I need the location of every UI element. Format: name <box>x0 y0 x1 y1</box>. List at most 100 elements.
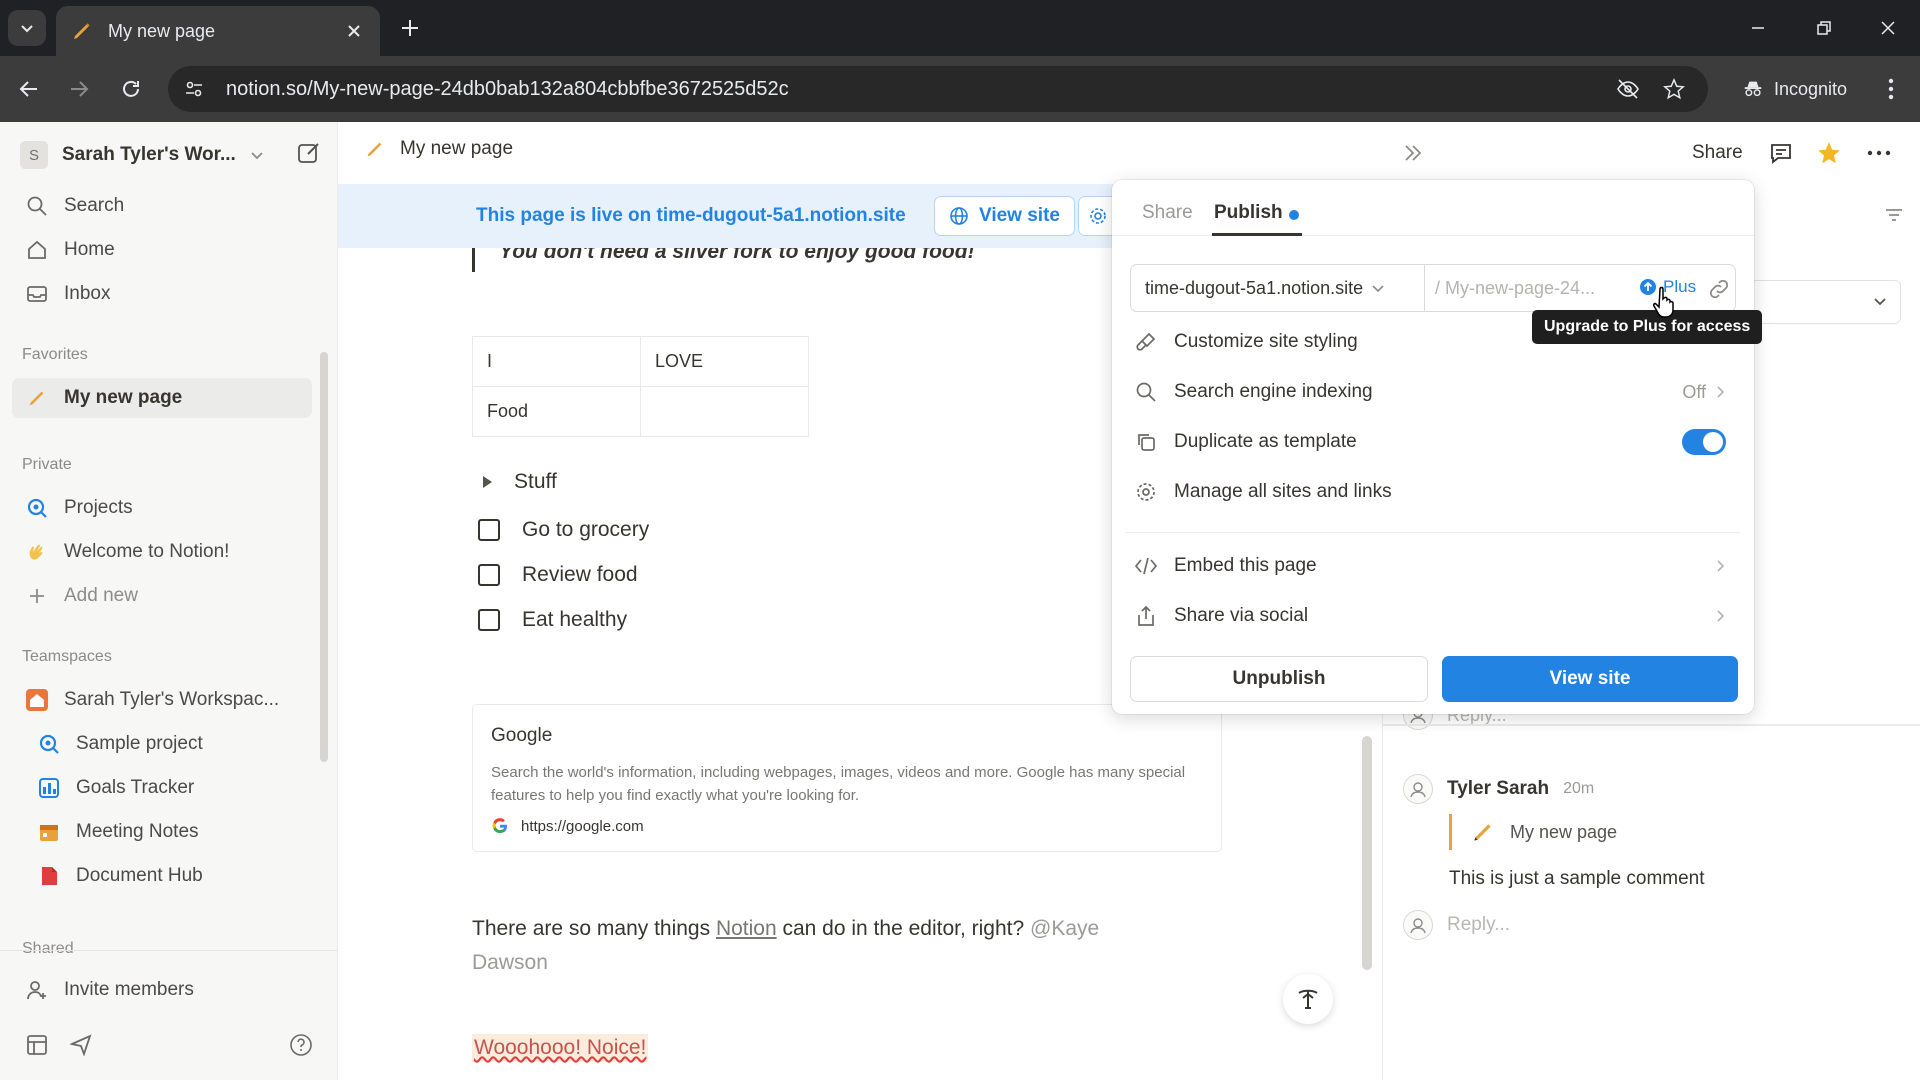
add-person-icon <box>24 977 50 1003</box>
browser-menu-icon[interactable] <box>1874 72 1908 106</box>
table-cell[interactable] <box>640 386 809 437</box>
minimize-window-icon[interactable] <box>1738 12 1778 44</box>
todo-checkbox[interactable] <box>478 564 500 586</box>
comment-author[interactable]: Tyler Sarah <box>1447 778 1549 800</box>
table-cell[interactable]: LOVE <box>640 336 809 387</box>
todo-label[interactable]: Eat healthy <box>522 608 627 632</box>
quote-block[interactable]: You don't need a silver fork to enjoy go… <box>472 248 975 272</box>
copy-link-icon[interactable] <box>1707 277 1731 301</box>
sidebar-home[interactable]: Home <box>12 230 312 270</box>
domain-select[interactable]: time-dugout-5a1.notion.site <box>1131 264 1425 312</box>
sidebar-item-goals-tracker[interactable]: Goals Tracker <box>12 768 312 808</box>
todo-checkbox[interactable] <box>478 609 500 631</box>
address-bar[interactable]: notion.so/My-new-page-24db0bab132a804cbb… <box>168 66 1708 112</box>
templates-icon[interactable] <box>22 1030 52 1060</box>
sidebar-item-label: My new page <box>64 387 183 408</box>
workspace-name: Sarah Tyler's Wor... <box>62 144 236 165</box>
share-button[interactable]: Share <box>1692 142 1743 164</box>
new-page-compose-icon[interactable] <box>296 140 322 166</box>
avatar <box>1403 910 1433 940</box>
sidebar-item-sample-project[interactable]: Sample project <box>12 724 312 764</box>
tab-share[interactable]: Share <box>1142 202 1193 224</box>
sidebar-add-new[interactable]: Add new <box>12 576 312 616</box>
sidebar-item-label: Welcome to Notion! <box>64 541 230 562</box>
simple-table[interactable]: I LOVE Food <box>472 336 809 437</box>
highlighted-text[interactable]: Wooohooo! Noice! <box>472 1034 649 1062</box>
close-tab-icon[interactable] <box>342 19 366 43</box>
pencil-icon <box>367 142 382 157</box>
favorite-star-icon[interactable] <box>1814 138 1844 168</box>
view-site-button[interactable]: View site <box>1442 656 1738 702</box>
comments-icon[interactable] <box>1766 138 1796 168</box>
share-upload-icon <box>1132 602 1160 630</box>
incognito-indicator[interactable]: Incognito <box>1726 66 1863 112</box>
breadcrumb[interactable]: My new page <box>364 138 513 160</box>
toggle-triangle-icon[interactable] <box>480 475 494 489</box>
sidebar-item-document-hub[interactable]: Document Hub <box>12 856 312 896</box>
close-window-icon[interactable] <box>1868 12 1908 44</box>
workspace-switcher[interactable]: S Sarah Tyler's Wor... <box>20 138 322 172</box>
duplicate-as-template-row: Duplicate as template <box>1132 420 1734 464</box>
send-icon[interactable] <box>66 1030 96 1060</box>
sidebar-teamspace[interactable]: Sarah Tyler's Workspac... <box>12 680 312 720</box>
search-engine-indexing-row[interactable]: Search engine indexing Off <box>1132 370 1734 414</box>
sidebar-item-label: Add new <box>64 585 138 606</box>
tab-publish[interactable]: Publish <box>1214 202 1283 224</box>
double-chevron-right-icon[interactable] <box>1398 138 1428 168</box>
duplicate-template-toggle[interactable] <box>1682 429 1726 455</box>
forward-icon[interactable] <box>62 72 96 106</box>
notion-ai-button[interactable] <box>1283 974 1333 1024</box>
site-settings-icon[interactable] <box>184 79 204 99</box>
sidebar-item-welcome[interactable]: Welcome to Notion! <box>12 532 312 572</box>
text-paragraph[interactable]: There are so many things Notion can do i… <box>472 912 1172 980</box>
table-cell[interactable]: Food <box>472 386 641 437</box>
embed-page-row[interactable]: Embed this page <box>1132 544 1734 588</box>
comment-page-title: My new page <box>1510 821 1618 842</box>
sidebar-invite-members[interactable]: Invite members <box>12 970 312 1010</box>
todo-item: Review food <box>478 563 638 587</box>
filter-icon[interactable] <box>1883 204 1905 226</box>
reply-placeholder: Reply... <box>1447 914 1511 935</box>
sidebar-item-label: Sample project <box>76 733 203 754</box>
unpublish-button[interactable]: Unpublish <box>1130 656 1428 702</box>
sidebar-scrollbar[interactable] <box>320 352 328 762</box>
reload-icon[interactable] <box>114 72 148 106</box>
indexing-state: Off <box>1682 381 1706 402</box>
toggle-block[interactable]: Stuff <box>480 470 557 494</box>
table-cell[interactable]: I <box>472 336 641 387</box>
help-icon[interactable] <box>286 1030 316 1060</box>
share-via-social-row[interactable]: Share via social <box>1132 594 1734 638</box>
sidebar-item-meeting-notes[interactable]: Meeting Notes <box>12 812 312 852</box>
browser-tab[interactable]: My new page <box>56 6 380 56</box>
paragraph-link[interactable]: Notion <box>716 917 777 940</box>
bookmark-star-icon[interactable] <box>1662 77 1686 101</box>
sidebar-item-projects[interactable]: Projects <box>12 488 312 528</box>
todo-item: Eat healthy <box>478 608 627 632</box>
globe-icon <box>950 207 968 225</box>
tab-search-dropdown-button[interactable] <box>8 10 46 46</box>
back-icon[interactable] <box>12 72 46 106</box>
inbox-icon <box>24 281 50 307</box>
editor-scrollbar[interactable] <box>1362 736 1372 970</box>
bookmark-title: Google <box>491 725 553 746</box>
todo-label[interactable]: Review food <box>522 563 638 587</box>
new-tab-icon[interactable] <box>396 14 424 42</box>
bookmark-url-row: https://google.com <box>491 817 1203 835</box>
comment-page-reference[interactable]: My new page <box>1449 814 1617 850</box>
manage-sites-row[interactable]: Manage all sites and links <box>1132 470 1734 514</box>
sidebar-inbox[interactable]: Inbox <box>12 274 312 314</box>
todo-checkbox[interactable] <box>478 519 500 541</box>
bookmark-block[interactable]: Google Search the world's information, i… <box>472 704 1222 852</box>
sidebar-item-my-new-page[interactable]: My new page <box>12 378 312 418</box>
restore-window-icon[interactable] <box>1804 12 1844 44</box>
more-options-icon[interactable] <box>1864 138 1894 168</box>
todo-label[interactable]: Go to grocery <box>522 518 649 542</box>
banner-view-site-button[interactable]: View site <box>934 196 1075 236</box>
reply-input[interactable]: Reply... <box>1403 910 1510 940</box>
eye-off-icon[interactable] <box>1616 77 1640 101</box>
live-site-text: This page is live on time-dugout-5a1.not… <box>476 205 906 226</box>
sidebar-search[interactable]: Search <box>12 186 312 226</box>
avatar[interactable] <box>1403 774 1433 804</box>
search-icon <box>1132 378 1160 406</box>
publish-tabs: Share Publish <box>1112 180 1754 236</box>
